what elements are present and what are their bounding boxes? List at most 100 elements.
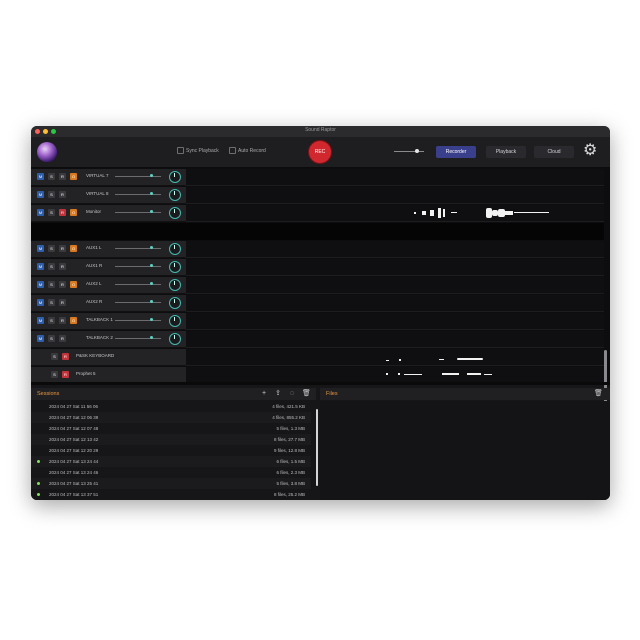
track-volume-handle[interactable] [149,192,153,195]
add-session-icon[interactable]: + [260,390,268,398]
session-row[interactable]: 2024 04 27 Sat 11 56 06 4 files, 421.5 KB [31,401,311,412]
session-row[interactable]: 2024 04 27 Sat 12 06 39 4 files, 855.2 KB [31,412,311,423]
track-record-button[interactable]: R [59,209,66,216]
track-row: S R Prophet 5 [31,367,604,384]
track-volume-slider[interactable] [115,320,161,321]
auto-record-label: Auto Record [238,147,266,154]
track-waveform [186,169,604,186]
track-mute-button[interactable]: M [37,209,44,216]
track-record-button[interactable]: R [59,281,66,288]
files-list [320,401,610,500]
track-solo-button[interactable]: S [48,317,55,324]
track-pan-knob[interactable] [169,171,181,183]
track-name: AUX1 R [86,263,103,268]
track-record-button[interactable]: R [59,173,66,180]
track-pan-knob[interactable] [169,189,181,201]
options-circle-icon[interactable]: ◌ [288,390,296,398]
share-icon[interactable]: ⇪ [274,390,282,398]
track-volume-slider[interactable] [115,284,161,285]
volume-slider-handle[interactable] [415,149,419,153]
track-record-button[interactable]: R [59,335,66,342]
track-solo-button[interactable]: S [51,353,58,360]
track-output-button[interactable]: O [70,209,77,216]
session-row[interactable]: 2024 04 27 Sat 12 20 29 9 files, 12.8 MB [31,445,311,456]
track-volume-slider[interactable] [115,248,161,249]
track-solo-button[interactable]: S [48,245,55,252]
track-volume-handle[interactable] [149,246,153,249]
session-row[interactable]: 2024 04 27 Sat 12 13 42 8 files, 27.7 MB [31,434,311,445]
tab-cloud[interactable]: Cloud [534,146,574,158]
track-solo-button[interactable]: S [48,263,55,270]
track-volume-slider[interactable] [115,266,161,267]
track-pan-knob[interactable] [169,279,181,291]
track-record-button[interactable]: R [62,353,69,360]
track-volume-slider[interactable] [115,212,161,213]
sessions-scrollbar[interactable] [316,409,318,486]
track-output-button[interactable]: O [70,245,77,252]
session-row[interactable]: 2024 04 27 Sat 13 24 46 6 files, 2.3 MB [31,467,311,478]
track-volume-handle[interactable] [149,336,153,339]
track-pan-knob[interactable] [169,207,181,219]
track-volume-handle[interactable] [149,210,153,213]
tab-playback[interactable]: Playback [486,146,526,158]
track-solo-button[interactable]: S [48,173,55,180]
delete-files-trash-icon[interactable]: 🗑 [594,390,603,398]
track-volume-slider[interactable] [115,176,161,177]
track-name: AUX2 R [86,299,103,304]
track-output-button[interactable]: O [70,317,77,324]
track-output-button[interactable]: O [70,173,77,180]
track-controls: M S R O Monitor [31,205,186,222]
track-volume-handle[interactable] [149,300,153,303]
track-record-button[interactable]: R [59,299,66,306]
track-volume-handle[interactable] [149,264,153,267]
track-volume-handle[interactable] [149,318,153,321]
track-solo-button[interactable]: S [48,209,55,216]
track-solo-button[interactable]: S [48,299,55,306]
track-mute-button[interactable]: M [37,191,44,198]
checkbox-icon [229,147,236,154]
track-mute-button[interactable]: M [37,281,44,288]
track-mute-button[interactable]: M [37,299,44,306]
track-record-button[interactable]: R [59,317,66,324]
settings-gear-icon[interactable]: ⚙ [583,142,597,160]
session-row[interactable]: 2024 04 27 Sat 13 37 51 8 files, 25.2 MB [31,489,311,500]
track-mute-button[interactable]: M [37,335,44,342]
track-solo-button[interactable]: S [48,335,55,342]
track-pan-knob[interactable] [169,297,181,309]
session-row[interactable]: 2024 04 27 Sat 13 25 41 5 files, 3.8 MB [31,478,311,489]
record-button[interactable]: REC [309,141,331,163]
track-volume-slider[interactable] [115,194,161,195]
track-solo-button[interactable]: S [48,191,55,198]
track-solo-button[interactable]: S [51,371,58,378]
track-volume-slider[interactable] [115,338,161,339]
sync-playback-checkbox[interactable]: Sync Playback [177,147,219,154]
track-volume-slider[interactable] [115,302,161,303]
track-pan-knob[interactable] [169,243,181,255]
track-record-button[interactable]: R [62,371,69,378]
track-record-button[interactable]: R [59,263,66,270]
volume-slider[interactable] [394,151,424,152]
track-pan-knob[interactable] [169,315,181,327]
session-row[interactable]: 2024 04 27 Sat 13 24 44 6 files, 1.5 MB [31,456,311,467]
track-mute-button[interactable]: M [37,317,44,324]
track-mute-button[interactable]: M [37,245,44,252]
track-name: VIRTUAL 8 [86,191,109,196]
session-row[interactable]: 2024 04 27 Sat 12 07 48 5 files, 1.3 MB [31,423,311,434]
track-volume-handle[interactable] [149,174,153,177]
track-record-button[interactable]: R [59,191,66,198]
track-pan-knob[interactable] [169,261,181,273]
track-mute-button[interactable]: M [37,173,44,180]
track-record-button[interactable]: R [59,245,66,252]
track-pan-knob[interactable] [169,333,181,345]
session-info: 5 files, 1.3 MB [276,426,305,431]
track-volume-handle[interactable] [149,282,153,285]
track-output-button[interactable]: O [70,281,77,288]
track-waveform [186,331,604,348]
track-solo-button[interactable]: S [48,281,55,288]
auto-record-checkbox[interactable]: Auto Record [229,147,266,154]
delete-session-trash-icon[interactable]: 🗑 [302,390,311,398]
tab-recorder[interactable]: Recorder [436,146,476,158]
pane-divider[interactable] [31,382,610,385]
track-controls: M S R TALKBACK 2 [31,331,186,348]
track-mute-button[interactable]: M [37,263,44,270]
